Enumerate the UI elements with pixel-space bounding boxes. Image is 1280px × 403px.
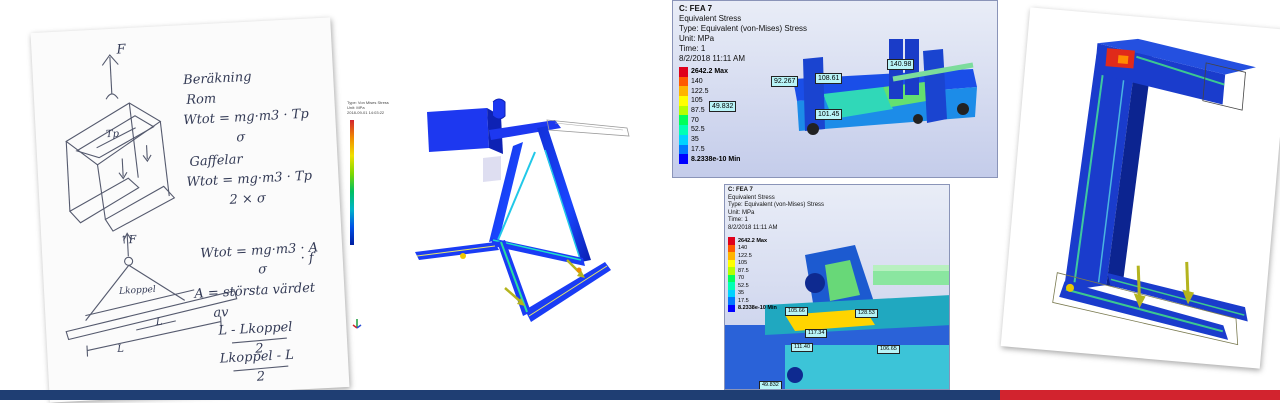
fea-render-right [1000, 7, 1280, 369]
l-small-label: L [155, 316, 163, 328]
legend-label: 87.5 [691, 107, 705, 115]
probe-label: 106.65 [877, 345, 900, 354]
legend-label: 8.2338e-10 Min [738, 305, 777, 312]
fea-bottom-legend: 2642.2 Max 140 122.5 105 87.5 70 52.5 35… [728, 237, 777, 312]
sketch-sheet: F Tp Beräkning Rom Wtot = mg·m3 · Tp σ G… [30, 17, 350, 403]
legend-label: 2642.2 Max [738, 237, 768, 244]
probe-label: 92.267 [771, 76, 799, 87]
frac2-den: 2 [256, 369, 266, 385]
fea-bottom-title: C: FEA 7 [728, 187, 753, 193]
legend-label: 87.5 [738, 267, 749, 274]
den-a: σ [257, 262, 268, 278]
fea-bottom-line-3: Unit: MPa [728, 209, 755, 216]
small-legend: Type: Von Mises Stress Unit: MPa 2018-09… [347, 100, 407, 250]
fea-bottom-line-1: Equivalent Stress [728, 194, 775, 201]
small-legend-line-3: 2018-09-01 14:03:22 [347, 110, 385, 115]
l-large-label: L [116, 343, 125, 355]
legend-label: 105 [691, 97, 703, 105]
den-gaffel: 2 × σ [229, 191, 267, 208]
probe-label: 105.66 [785, 307, 808, 316]
formula-a-f: · f [300, 250, 315, 267]
probe-label: 108.61 [815, 73, 843, 84]
probe-label: 128.53 [855, 309, 878, 318]
legend-label: 140 [691, 78, 703, 86]
fea-top-legend: 2642.2 Max 140 122.5 105 87.5 70 52.5 35… [679, 67, 740, 164]
banner-bar-blue [0, 390, 1000, 400]
axis-triad-icon [352, 316, 362, 329]
force-label-bottom: ↑F [119, 232, 137, 247]
probe-label: 111.40 [791, 343, 814, 352]
probe-label: 140.98 [887, 59, 915, 70]
legend-label: 2642.2 Max [691, 68, 728, 76]
rom-label: Rom [185, 91, 217, 109]
den-rom: σ [235, 130, 246, 146]
legend-label: 17.5 [691, 145, 705, 153]
fea-bottom-header: C: FEA 7 Equivalent Stress Type: Equival… [728, 187, 824, 232]
legend-label: 122.5 [691, 87, 709, 95]
a-av: av [213, 305, 229, 321]
legend-label: 52.5 [738, 282, 749, 289]
fea-top-line-2: Type: Equivalent (von-Mises) Stress [679, 24, 808, 33]
fea-model-frame [405, 90, 645, 330]
lkoppel-label: Lkoppel [118, 284, 156, 297]
legend-label: 8.2338e-10 Min [691, 155, 741, 163]
fea-top-model [793, 39, 977, 135]
legend-label: 70 [738, 275, 745, 282]
legend-label: 52.5 [691, 126, 705, 134]
gaffel-label: Gaffelar [189, 152, 244, 170]
right-model-svg [1052, 38, 1256, 346]
banner-bar-red [1000, 390, 1280, 400]
legend-label: 35 [738, 290, 745, 297]
legend-label: 17.5 [738, 297, 749, 304]
probe-label: 49.832 [709, 101, 737, 112]
fea-panel-bottom: C: FEA 7 Equivalent Stress Type: Equival… [724, 184, 950, 390]
fea-bottom-line-4: Time: 1 [728, 217, 748, 223]
force-label-top: F [116, 42, 126, 58]
frame-model-svg [415, 98, 630, 322]
probe-label: 49.832 [759, 381, 782, 389]
small-legend-colorbar [350, 120, 354, 245]
fea-bottom-line-5: 8/2/2018 11:11 AM [728, 224, 778, 231]
legend-label: 105 [738, 260, 748, 267]
probe-label: 101.45 [815, 109, 843, 120]
fea-panel-top: C: FEA 7 Equivalent Stress Type: Equival… [672, 0, 998, 178]
fea-top-line-1: Equivalent Stress [679, 14, 742, 23]
legend-label: 35 [691, 136, 699, 144]
fea-top-title: C: FEA 7 [679, 4, 713, 13]
legend-label: 140 [738, 245, 748, 252]
legend-label: 70 [691, 116, 699, 124]
fea-bottom-line-2: Type: Equivalent (von-Mises) Stress [728, 202, 825, 208]
probe-label: 117.34 [805, 329, 828, 338]
legend-label: 122.5 [738, 252, 752, 259]
tp-label: Tp [105, 128, 120, 141]
